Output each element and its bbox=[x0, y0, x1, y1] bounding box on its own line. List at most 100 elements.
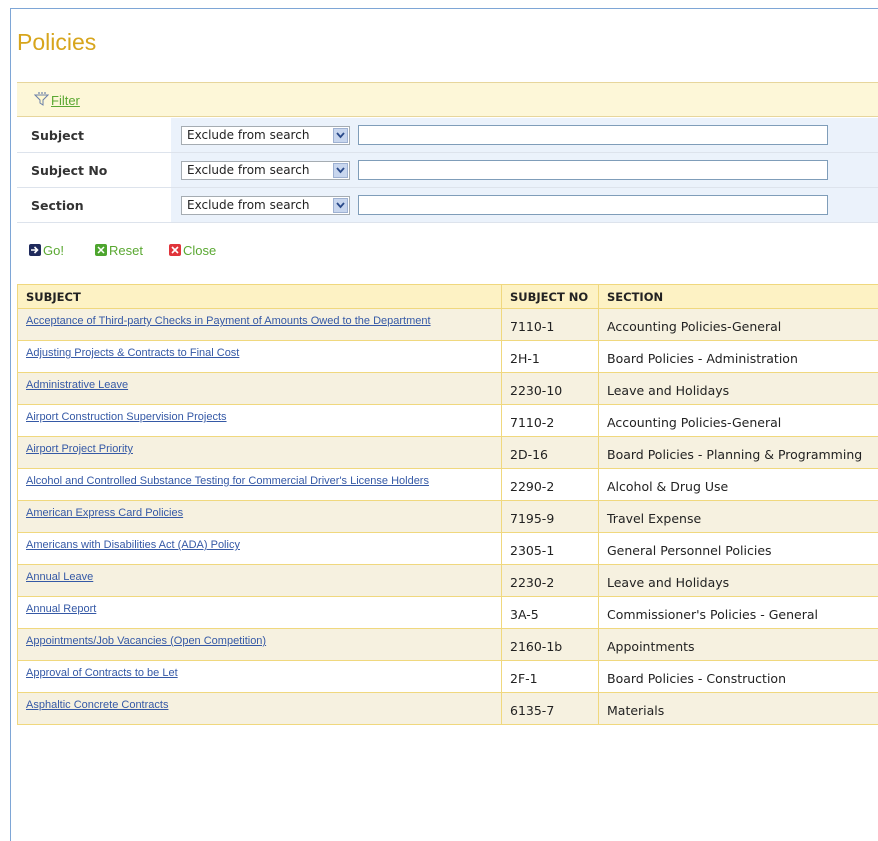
reset-label: Reset bbox=[109, 243, 143, 258]
policy-link[interactable]: Americans with Disabilities Act (ADA) Po… bbox=[26, 539, 240, 551]
subject-no-input[interactable] bbox=[358, 160, 828, 180]
policy-link[interactable]: Adjusting Projects & Contracts to Final … bbox=[26, 347, 239, 359]
filter-row-subject-no: Subject No Exclude from search bbox=[17, 152, 878, 188]
chevron-down-icon[interactable] bbox=[333, 127, 348, 143]
close-icon bbox=[169, 244, 181, 256]
policy-link[interactable]: Alcohol and Controlled Substance Testing… bbox=[26, 475, 429, 487]
section-cell: Leave and Holidays bbox=[598, 564, 878, 597]
policy-link[interactable]: Asphaltic Concrete Contracts bbox=[26, 699, 168, 711]
subject-no-cell: 7110-1 bbox=[501, 308, 599, 341]
table-row: Adjusting Projects & Contracts to Final … bbox=[17, 340, 878, 373]
table-row: Americans with Disabilities Act (ADA) Po… bbox=[17, 532, 878, 565]
subject-cell: Administrative Leave bbox=[17, 372, 502, 405]
section-cell: Travel Expense bbox=[598, 500, 878, 533]
subject-cell: Annual Report bbox=[17, 596, 502, 629]
subject-cell: Asphaltic Concrete Contracts bbox=[17, 692, 502, 725]
table-row: Acceptance of Third-party Checks in Paym… bbox=[17, 308, 878, 341]
section-cell: Board Policies - Construction bbox=[598, 660, 878, 693]
policy-link[interactable]: Approval of Contracts to be Let bbox=[26, 667, 178, 679]
table-row: Annual Report 3A-5 Commissioner's Policies… bbox=[17, 596, 878, 629]
policies-panel: Policies Filter Subject Exclude from sea… bbox=[10, 8, 878, 841]
arrow-right-icon bbox=[29, 244, 41, 256]
column-header-subject-no[interactable]: SUBJECT NO bbox=[501, 284, 599, 309]
section-cell: Leave and Holidays bbox=[598, 372, 878, 405]
subject-no-cell: 3A-5 bbox=[501, 596, 599, 629]
subject-no-cell: 7110-2 bbox=[501, 404, 599, 437]
subject-cell: American Express Card Policies bbox=[17, 500, 502, 533]
subject-input[interactable] bbox=[358, 125, 828, 145]
section-cell: Appointments bbox=[598, 628, 878, 661]
policy-link[interactable]: Annual Leave bbox=[26, 571, 93, 583]
filter-form: Subject Exclude from search Subject No E… bbox=[17, 118, 878, 223]
policy-link[interactable]: Acceptance of Third-party Checks in Paym… bbox=[26, 315, 431, 327]
subject-no-mode-select[interactable]: Exclude from search bbox=[181, 160, 350, 180]
subject-cell: Adjusting Projects & Contracts to Final … bbox=[17, 340, 502, 373]
section-input[interactable] bbox=[358, 195, 828, 215]
table-row: Annual Leave 2230-2 Leave and Holidays bbox=[17, 564, 878, 597]
subject-no-cell: 2H-1 bbox=[501, 340, 599, 373]
column-header-section[interactable]: SECTION bbox=[598, 284, 878, 309]
funnel-icon[interactable] bbox=[33, 92, 50, 111]
policy-link[interactable]: Appointments/Job Vacancies (Open Competi… bbox=[26, 635, 266, 647]
filter-label: Subject bbox=[17, 118, 171, 153]
section-cell: Accounting Policies-General bbox=[598, 404, 878, 437]
section-cell: Alcohol & Drug Use bbox=[598, 468, 878, 501]
subject-cell: Alcohol and Controlled Substance Testing… bbox=[17, 468, 502, 501]
policy-link[interactable]: Administrative Leave bbox=[26, 379, 128, 391]
policies-table: SUBJECT SUBJECT NO SECTION Acceptance of… bbox=[17, 284, 878, 725]
close-label: Close bbox=[183, 243, 217, 258]
filter-row-subject: Subject Exclude from search bbox=[17, 118, 878, 153]
subject-cell: Airport Project Priority bbox=[17, 436, 502, 469]
reset-icon bbox=[95, 244, 107, 256]
filter-label: Subject No bbox=[17, 152, 171, 188]
section-cell: Materials bbox=[598, 692, 878, 725]
subject-no-cell: 2D-16 bbox=[501, 436, 599, 469]
table-row: Approval of Contracts to be Let 2F-1 Board… bbox=[17, 660, 878, 693]
section-cell: General Personnel Policies bbox=[598, 532, 878, 565]
section-mode-select[interactable]: Exclude from search bbox=[181, 195, 350, 215]
filter-label: Section bbox=[17, 187, 171, 223]
select-value: Exclude from search bbox=[187, 162, 310, 177]
subject-cell: Acceptance of Third-party Checks in Paym… bbox=[17, 308, 502, 341]
policy-link[interactable]: Airport Project Priority bbox=[26, 443, 133, 455]
table-row: Asphaltic Concrete Contracts 6135-7 Materi… bbox=[17, 692, 878, 725]
policy-link[interactable]: Annual Report bbox=[26, 603, 96, 615]
select-value: Exclude from search bbox=[187, 197, 310, 212]
subject-no-cell: 2F-1 bbox=[501, 660, 599, 693]
subject-cell: Annual Leave bbox=[17, 564, 502, 597]
subject-no-cell: 2290-2 bbox=[501, 468, 599, 501]
policy-link[interactable]: American Express Card Policies bbox=[26, 507, 183, 519]
subject-cell: Americans with Disabilities Act (ADA) Po… bbox=[17, 532, 502, 565]
subject-cell: Approval of Contracts to be Let bbox=[17, 660, 502, 693]
chevron-down-icon[interactable] bbox=[333, 197, 348, 213]
subject-no-cell: 2230-10 bbox=[501, 372, 599, 405]
page-title: Policies bbox=[17, 29, 97, 55]
subject-cell: Appointments/Job Vacancies (Open Competi… bbox=[17, 628, 502, 661]
subject-no-cell: 6135-7 bbox=[501, 692, 599, 725]
select-value: Exclude from search bbox=[187, 127, 310, 142]
section-cell: Accounting Policies-General bbox=[598, 308, 878, 341]
subject-no-cell: 2230-2 bbox=[501, 564, 599, 597]
filter-bar: Filter bbox=[17, 82, 878, 117]
policy-link[interactable]: Airport Construction Supervision Project… bbox=[26, 411, 227, 423]
subject-cell: Airport Construction Supervision Project… bbox=[17, 404, 502, 437]
filter-toggle-link[interactable]: Filter bbox=[51, 93, 80, 108]
subject-no-cell: 2160-1b bbox=[501, 628, 599, 661]
chevron-down-icon[interactable] bbox=[333, 162, 348, 178]
subject-mode-select[interactable]: Exclude from search bbox=[181, 125, 350, 145]
table-row: Appointments/Job Vacancies (Open Competi… bbox=[17, 628, 878, 661]
table-row: Alcohol and Controlled Substance Testing… bbox=[17, 468, 878, 501]
subject-no-cell: 2305-1 bbox=[501, 532, 599, 565]
section-cell: Commissioner's Policies - General bbox=[598, 596, 878, 629]
subject-no-cell: 7195-9 bbox=[501, 500, 599, 533]
filter-row-section: Section Exclude from search bbox=[17, 187, 878, 223]
table-body: Acceptance of Third-party Checks in Paym… bbox=[17, 308, 878, 725]
table-header-row: SUBJECT SUBJECT NO SECTION bbox=[17, 284, 878, 309]
section-cell: Board Policies - Planning & Programming bbox=[598, 436, 878, 469]
column-header-subject[interactable]: SUBJECT bbox=[17, 284, 502, 309]
table-row: Administrative Leave 2230-10 Leave and Hol… bbox=[17, 372, 878, 405]
table-row: Airport Construction Supervision Project… bbox=[17, 404, 878, 437]
table-row: American Express Card Policies 7195-9 Trav… bbox=[17, 500, 878, 533]
go-label: Go! bbox=[43, 243, 64, 258]
table-row: Airport Project Priority 2D-16 Board Polic… bbox=[17, 436, 878, 469]
